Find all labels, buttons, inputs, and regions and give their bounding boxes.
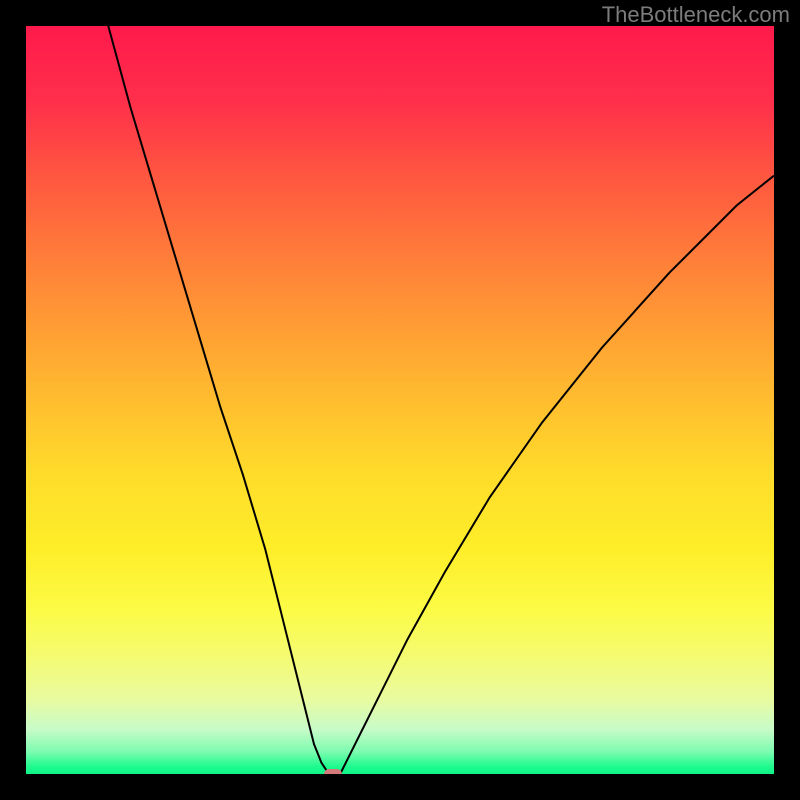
minimum-marker [324, 769, 342, 774]
curve-right-branch [340, 176, 774, 774]
chart-container: TheBottleneck.com [0, 0, 800, 800]
attribution-text: TheBottleneck.com [602, 2, 790, 28]
plot-area [26, 26, 774, 774]
curve-layer [26, 26, 774, 774]
curve-left-branch [108, 26, 329, 774]
